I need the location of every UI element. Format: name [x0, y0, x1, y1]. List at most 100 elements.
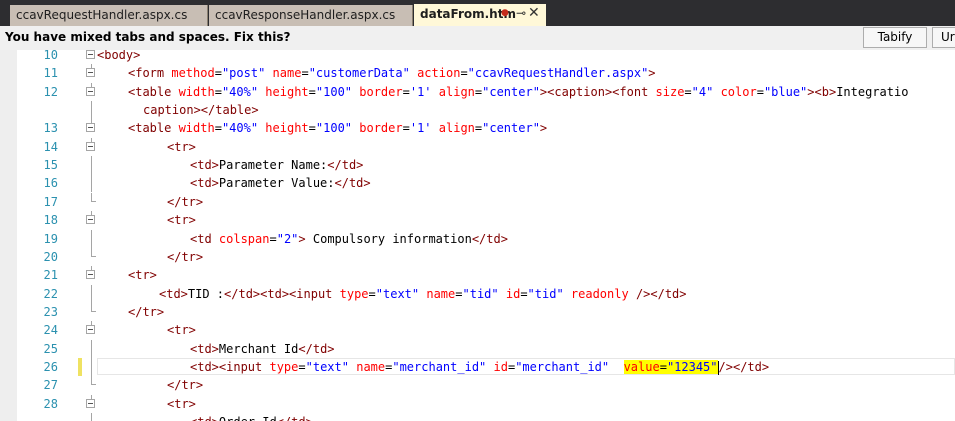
line-number: 24 [43, 323, 58, 337]
code-token: "customerData" [308, 66, 410, 80]
line-number: 21 [43, 268, 58, 282]
code-line[interactable]: caption></table> [0, 101, 955, 119]
tab-ccavresponsehandler[interactable]: ccavResponseHandler.aspx.cs [209, 5, 413, 26]
code-line[interactable]: 21 <tr> [0, 266, 955, 284]
code-line[interactable]: 13 <table width="40%" height="100" border… [0, 119, 955, 137]
close-icon[interactable]: ✕ [528, 5, 540, 21]
minus-icon [88, 127, 93, 128]
code-token: = [460, 66, 468, 80]
code-line[interactable]: 15 <td>Parameter Name:</td> [0, 156, 955, 174]
untabify-button[interactable]: Ur [932, 27, 955, 48]
tab-datafrom[interactable]: dataFrom.htm ● ⊸ ✕ [414, 4, 546, 26]
collapse-icon[interactable] [86, 142, 95, 151]
outline-guide [91, 119, 92, 123]
code-text: <tr> [167, 138, 196, 156]
code-line[interactable]: 27 </tr> [0, 376, 955, 394]
code-line[interactable]: 26 <td><input type="text" name="merchant_… [0, 358, 955, 376]
code-token: > [298, 232, 306, 246]
outline-guide [91, 138, 92, 142]
code-token: </td> [327, 158, 364, 172]
minus-icon [88, 403, 93, 404]
code-token: "tid" [462, 287, 499, 301]
code-token: name [272, 66, 302, 80]
code-token: = [368, 287, 376, 301]
collapse-icon[interactable] [86, 123, 95, 132]
line-number: 18 [43, 213, 58, 227]
code-line[interactable]: 17 </tr> [0, 193, 955, 211]
code-token: /></td> [718, 360, 770, 374]
code-token: "center" [482, 121, 540, 135]
code-token: Integratio [836, 85, 909, 99]
collapse-icon[interactable] [86, 399, 95, 408]
code-token: <td><input [190, 360, 270, 374]
collapse-icon[interactable] [86, 325, 95, 334]
outline-guide [91, 376, 96, 385]
line-number: 25 [43, 342, 58, 356]
line-number: 22 [43, 287, 58, 301]
code-line[interactable]: 12 <table width="40%" height="100" border… [0, 83, 955, 101]
code-token: <td> [190, 176, 219, 190]
code-token: > [539, 121, 548, 135]
code-text: </tr> [167, 376, 203, 394]
code-line[interactable]: 23 </tr> [0, 303, 955, 321]
code-line[interactable]: 18 <tr> [0, 211, 955, 229]
outline-guide [91, 321, 92, 325]
pin-icon[interactable]: ⊸ [516, 6, 526, 20]
code-line[interactable]: 14 <tr> [0, 138, 955, 156]
line-number: 19 [43, 232, 58, 246]
code-token: "text" [305, 360, 349, 374]
code-line[interactable]: 20 </tr> [0, 248, 955, 266]
code-line[interactable]: 16 <td>Parameter Value:</td> [0, 174, 955, 192]
minus-icon [88, 72, 93, 73]
collapse-icon[interactable] [86, 270, 95, 279]
line-number: 27 [43, 378, 58, 392]
code-token: action [417, 66, 461, 80]
collapse-icon[interactable] [86, 215, 95, 224]
code-line[interactable]: 11 <form method="post" name="customerData… [0, 64, 955, 82]
code-line[interactable]: 22 <td>TID :</td><td><input type="text" n… [0, 285, 955, 303]
collapse-icon[interactable] [86, 87, 95, 96]
code-editor[interactable]: 10 <body> 11 <form method="post" name="cust… [0, 50, 955, 421]
code-line[interactable]: 24 <tr> [0, 321, 955, 339]
code-token: Merchant Id [218, 342, 299, 356]
code-token: </tr> [128, 305, 165, 319]
code-text: <table width="40%" height="100" border='… [128, 83, 908, 101]
code-token: border [359, 85, 403, 99]
code-token: = [214, 66, 222, 80]
code-token: "100" [315, 121, 353, 135]
code-token: method [171, 66, 215, 80]
collapse-icon[interactable] [86, 68, 95, 77]
code-token: '1' [409, 121, 432, 135]
mixed-tabs-infobar: You have mixed tabs and spaces. Fix this… [0, 26, 955, 51]
code-token: "40%" [221, 85, 259, 99]
line-number: 16 [43, 176, 58, 190]
outline-guide [91, 174, 92, 192]
code-line[interactable]: 25 <td>Merchant Id</td> [0, 340, 955, 358]
highlighted-token: "12345" [666, 360, 718, 374]
code-token: ><caption><font [539, 85, 656, 99]
code-token: > [648, 66, 656, 80]
code-text: <tr> [167, 211, 196, 229]
code-token: = [308, 85, 316, 99]
code-token: border [359, 121, 403, 135]
minus-icon [88, 91, 93, 92]
code-line[interactable]: 28 <tr> [0, 395, 955, 413]
code-token: <tr> [167, 397, 196, 411]
code-token: <table [128, 121, 179, 135]
collapse-icon[interactable] [86, 50, 95, 59]
code-line[interactable]: 19 <td colspan="2"> Compulsory informatio… [0, 230, 955, 248]
code-token: width [178, 121, 215, 135]
code-token: = [298, 360, 306, 374]
code-token: </td> [471, 232, 508, 246]
tab-ccavrequesthandler[interactable]: ccavRequestHandler.aspx.cs [10, 5, 208, 26]
tabify-button[interactable]: Tabify [863, 27, 927, 48]
code-token: = [402, 121, 410, 135]
line-number: 11 [43, 66, 58, 80]
code-line[interactable]: 10 <body> [0, 50, 955, 64]
code-token: = [684, 85, 692, 99]
code-line[interactable]: <td>Order Id</td> [0, 413, 955, 421]
